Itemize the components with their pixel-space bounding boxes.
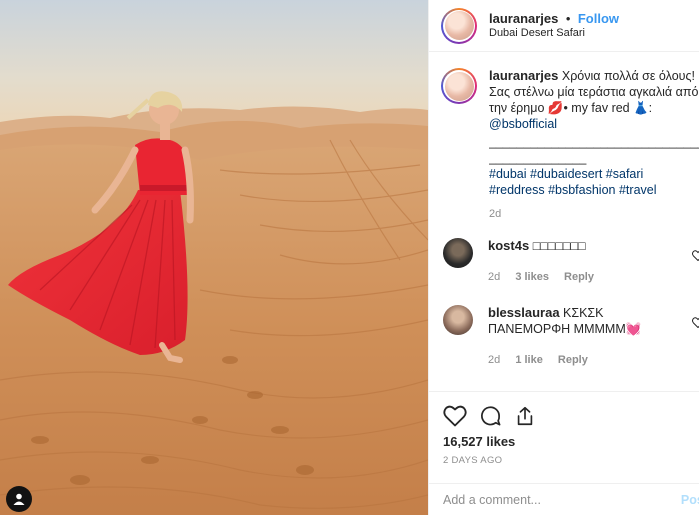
user-tag-icon[interactable]	[6, 486, 32, 512]
post-header: lauranarjes • Follow Dubai Desert Safari	[429, 0, 699, 52]
reply-button[interactable]: Reply	[558, 354, 588, 366]
caption: lauranarjes Χρόνια πολλά σε όλους! Σας σ…	[429, 52, 699, 222]
likes-count[interactable]: 16,527 likes	[429, 434, 699, 449]
comment-item: blesslauraa ΚΣΚΣΚ ΠΑΝΕΜΟΡΦΗ ΜΜΜΜΜ💓 2d 1 …	[429, 305, 699, 368]
post-date[interactable]: 2 DAYS AGO	[429, 455, 699, 466]
post-actions: 16,527 likes 2 DAYS AGO	[429, 391, 699, 466]
caption-age: 2d	[489, 208, 502, 220]
caption-avatar[interactable]	[441, 68, 477, 104]
comment-avatar[interactable]	[443, 238, 473, 268]
post-sidebar: lauranarjes • Follow Dubai Desert Safari…	[428, 0, 699, 515]
follow-button[interactable]: Follow	[578, 11, 619, 26]
reply-button[interactable]: Reply	[564, 271, 594, 283]
hashtag[interactable]: #reddress	[489, 183, 545, 197]
comment-avatar[interactable]	[443, 305, 473, 335]
comment-age: 2d	[488, 354, 501, 366]
comment-username[interactable]: kost4s	[488, 238, 529, 253]
comments-list[interactable]: lauranarjes Χρόνια πολλά σε όλους! Σας σ…	[429, 52, 699, 388]
hashtag[interactable]: #travel	[619, 183, 657, 197]
comment-likes[interactable]: 3 likes	[515, 271, 549, 283]
share-icon[interactable]	[514, 405, 536, 427]
heart-icon[interactable]	[443, 405, 467, 427]
hashtag[interactable]: #safari	[606, 167, 644, 181]
post-button[interactable]: Post	[681, 493, 699, 507]
heart-icon[interactable]	[692, 248, 699, 266]
caption-separator-2: ______________	[489, 151, 587, 165]
comment-icon[interactable]	[479, 405, 502, 428]
caption-username[interactable]: lauranarjes	[489, 68, 558, 83]
avatar[interactable]	[441, 7, 477, 44]
post-photo[interactable]	[0, 0, 428, 515]
comment-item: kost4s □□□□□□□ 2d 3 likes Reply	[429, 238, 699, 285]
instagram-post: lauranarjes • Follow Dubai Desert Safari…	[0, 0, 699, 515]
desert-photo	[0, 0, 428, 515]
location-link[interactable]: Dubai Desert Safari	[489, 26, 619, 41]
hashtag[interactable]: #bsbfashion	[548, 183, 615, 197]
comment-age: 2d	[488, 271, 501, 283]
hashtag[interactable]: #dubai	[489, 167, 527, 181]
header-dot: •	[565, 10, 571, 26]
comment-text: □□□□□□□	[532, 239, 586, 253]
hashtag[interactable]: #dubaidesert	[530, 167, 602, 181]
comment-input[interactable]	[443, 492, 673, 507]
caption-separator-1: ________________________________	[489, 135, 699, 149]
heart-icon[interactable]	[692, 315, 699, 333]
add-comment-bar: Post	[429, 483, 699, 515]
comment-username[interactable]: blesslauraa	[488, 305, 560, 320]
comment-likes[interactable]: 1 like	[515, 354, 543, 366]
header-username[interactable]: lauranarjes	[489, 11, 558, 26]
caption-mention[interactable]: @bsbofficial	[489, 117, 557, 131]
